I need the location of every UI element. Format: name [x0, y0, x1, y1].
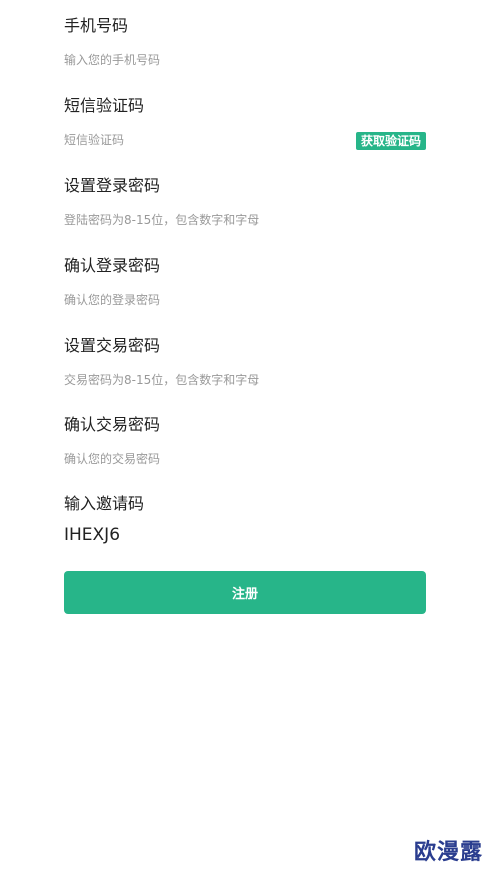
trade-password-input[interactable] [64, 371, 426, 389]
get-code-button[interactable]: 获取验证码 [355, 132, 426, 150]
sms-label: 短信验证码 [64, 96, 145, 115]
login-password-input[interactable] [64, 211, 426, 229]
register-page: 手机号码 短信验证码 获取验证码 设置登录密码 确认登录密码 设置交易密码 确认… [0, 0, 489, 874]
phone-input[interactable] [64, 51, 426, 69]
login-password-field-group: 设置登录密码 [64, 176, 426, 229]
invite-code-input[interactable] [64, 524, 426, 546]
trade-password-confirm-input[interactable] [64, 450, 426, 468]
login-password-confirm-input[interactable] [64, 291, 426, 309]
sms-field-group: 短信验证码 获取验证码 [64, 96, 426, 150]
login-password-label: 设置登录密码 [64, 176, 161, 195]
sms-code-input[interactable] [64, 131, 324, 149]
register-button[interactable]: 注册 [64, 571, 426, 614]
trade-password-label: 设置交易密码 [64, 336, 161, 355]
watermark-text: 欧漫露 [413, 840, 483, 865]
trade-password-confirm-field-group: 确认交易密码 [64, 415, 426, 468]
phone-field-group: 手机号码 [64, 16, 426, 69]
login-password-confirm-label: 确认登录密码 [64, 256, 161, 275]
trade-password-field-group: 设置交易密码 [64, 336, 426, 389]
login-password-confirm-field-group: 确认登录密码 [64, 256, 426, 309]
invite-code-label: 输入邀请码 [64, 494, 145, 513]
phone-label: 手机号码 [64, 16, 129, 35]
invite-code-field-group: 输入邀请码 [64, 494, 426, 546]
trade-password-confirm-label: 确认交易密码 [64, 415, 161, 434]
